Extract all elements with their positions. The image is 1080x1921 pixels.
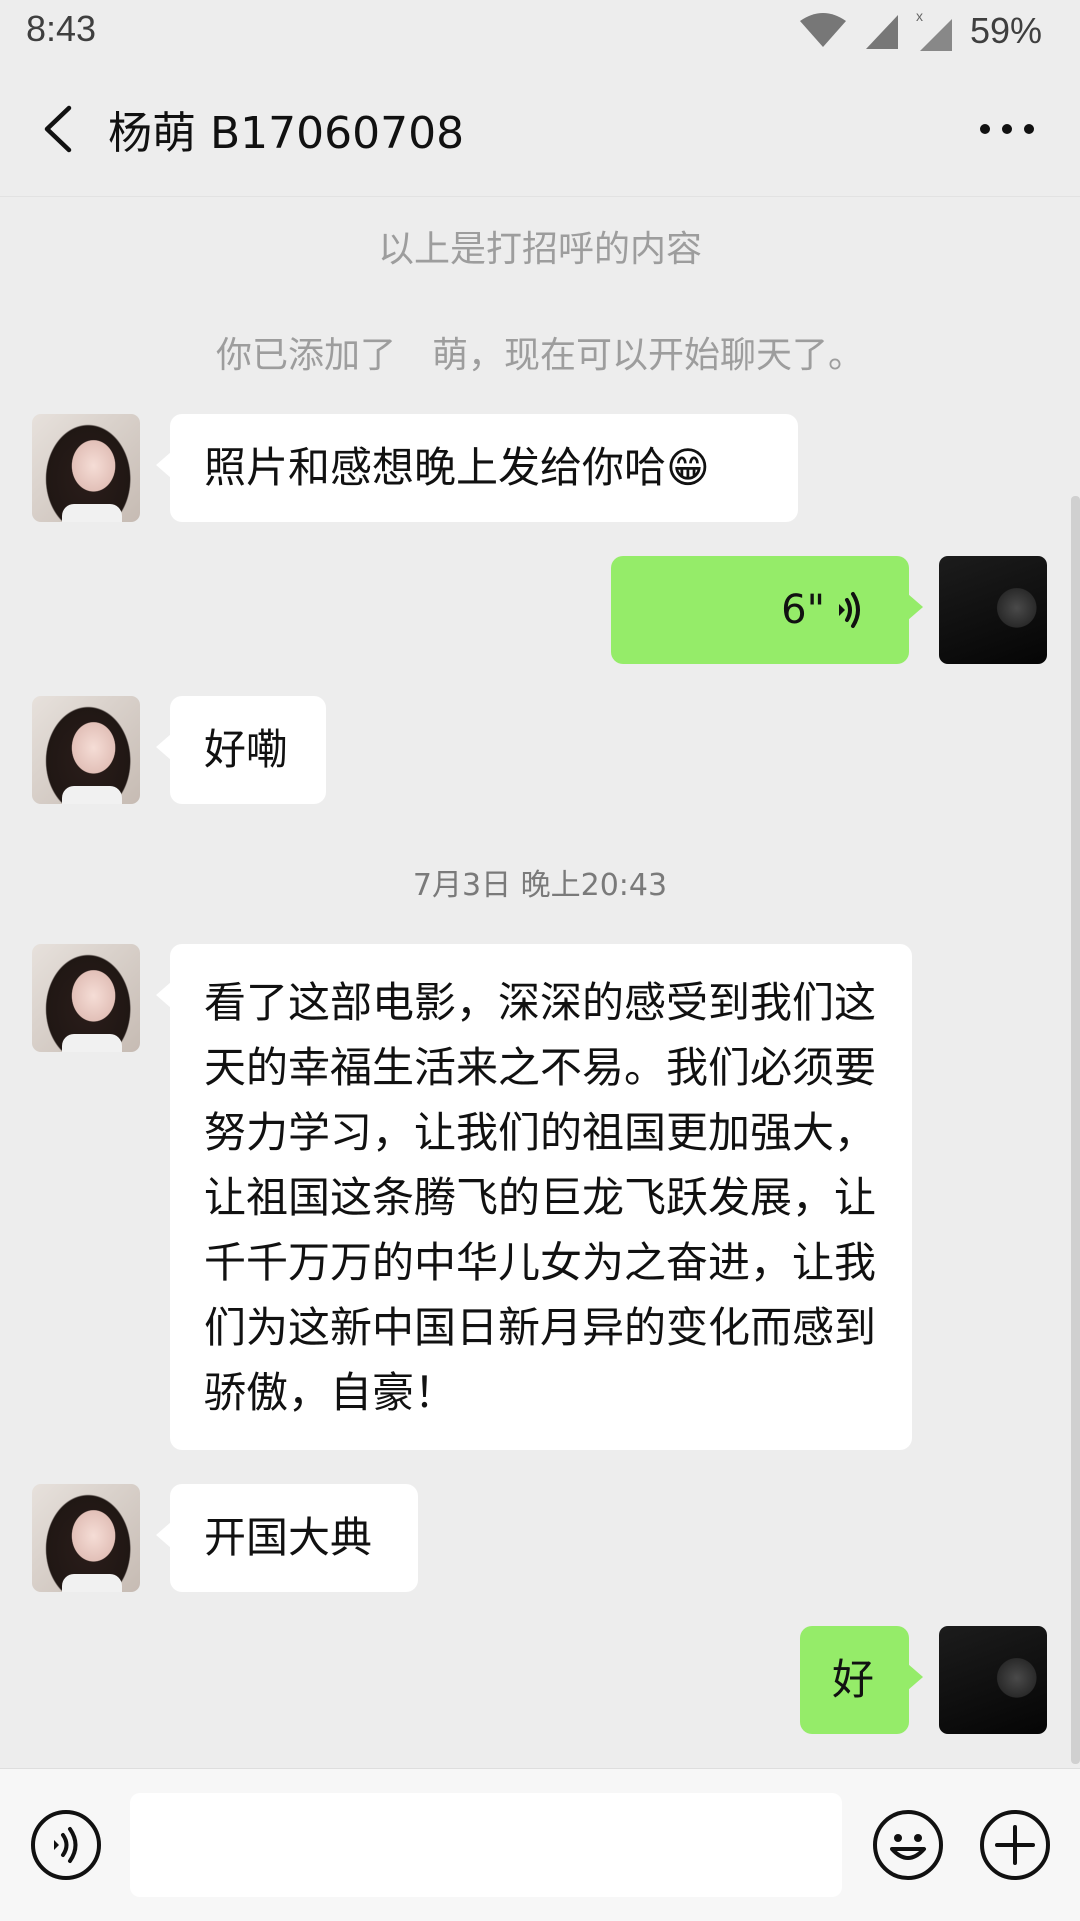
message-bubble[interactable]: 好嘞 bbox=[156, 696, 326, 804]
my-avatar[interactable] bbox=[939, 1626, 1047, 1734]
plus-icon bbox=[980, 1810, 1050, 1880]
voice-message-bubble[interactable]: 6" bbox=[611, 556, 923, 664]
contact-avatar[interactable] bbox=[32, 414, 140, 522]
battery-level: 59% bbox=[969, 10, 1042, 51]
voice-duration: 6" bbox=[781, 587, 825, 633]
contact-avatar[interactable] bbox=[32, 696, 140, 804]
more-actions-button[interactable] bbox=[979, 1809, 1051, 1881]
contact-avatar[interactable] bbox=[32, 1484, 140, 1592]
scrollbar[interactable] bbox=[1071, 496, 1080, 1764]
message-bubble[interactable]: 照片和感想晚上发给你哈😁 bbox=[156, 414, 798, 522]
added-note: 你已添加了 萌，现在可以开始聊天了。 bbox=[215, 335, 864, 376]
signal-icon-secondary: x bbox=[916, 9, 952, 51]
greeting-note: 以上是打招呼的内容 bbox=[377, 229, 702, 270]
message-text: 照片和感想晚上发给你哈😁 bbox=[204, 443, 710, 492]
back-button[interactable] bbox=[24, 95, 92, 163]
message-timestamp: 7月3日 晚上20:43 bbox=[412, 868, 668, 903]
status-indicators: x 59% bbox=[798, 8, 1042, 54]
message-text: 好嘞 bbox=[204, 725, 289, 774]
chat-header: 杨萌 B17060708 bbox=[0, 62, 1080, 197]
chat-area[interactable]: 以上是打招呼的内容 你已添加了 萌，现在可以开始聊天了。 照片和感想晚上发给你哈… bbox=[0, 196, 1080, 1768]
voice-wave-icon bbox=[839, 592, 860, 628]
message-bubble[interactable]: 好 bbox=[800, 1626, 923, 1734]
emoji-icon bbox=[873, 1810, 943, 1880]
wifi-icon bbox=[799, 13, 846, 47]
my-avatar[interactable] bbox=[939, 556, 1047, 664]
voice-mode-icon bbox=[31, 1810, 101, 1880]
message-text: 好 bbox=[832, 1655, 875, 1704]
svg-text:x: x bbox=[916, 9, 923, 24]
more-button[interactable] bbox=[970, 98, 1044, 160]
more-dots-icon bbox=[980, 124, 1034, 134]
voice-mode-button[interactable] bbox=[30, 1809, 102, 1881]
chevron-left-icon bbox=[44, 105, 72, 153]
message-bubble[interactable]: 开国大典 bbox=[156, 1484, 418, 1592]
status-bar: 8:43 x 59% bbox=[0, 0, 1080, 62]
contact-avatar[interactable] bbox=[32, 944, 140, 1052]
emoji-button[interactable] bbox=[872, 1809, 944, 1881]
message-text: 看了这部电影，深深的感受到我们这天的幸福生活来之不易。我们必须要努力学习，让我们… bbox=[204, 978, 877, 1417]
message-input[interactable] bbox=[130, 1793, 842, 1897]
signal-icon bbox=[865, 15, 898, 49]
chat-title: 杨萌 B17060708 bbox=[108, 108, 465, 159]
message-text: 开国大典 bbox=[204, 1513, 373, 1562]
status-time: 8:43 bbox=[26, 8, 97, 49]
message-bubble[interactable]: 看了这部电影，深深的感受到我们这天的幸福生活来之不易。我们必须要努力学习，让我们… bbox=[156, 944, 912, 1450]
input-bar bbox=[0, 1768, 1080, 1921]
